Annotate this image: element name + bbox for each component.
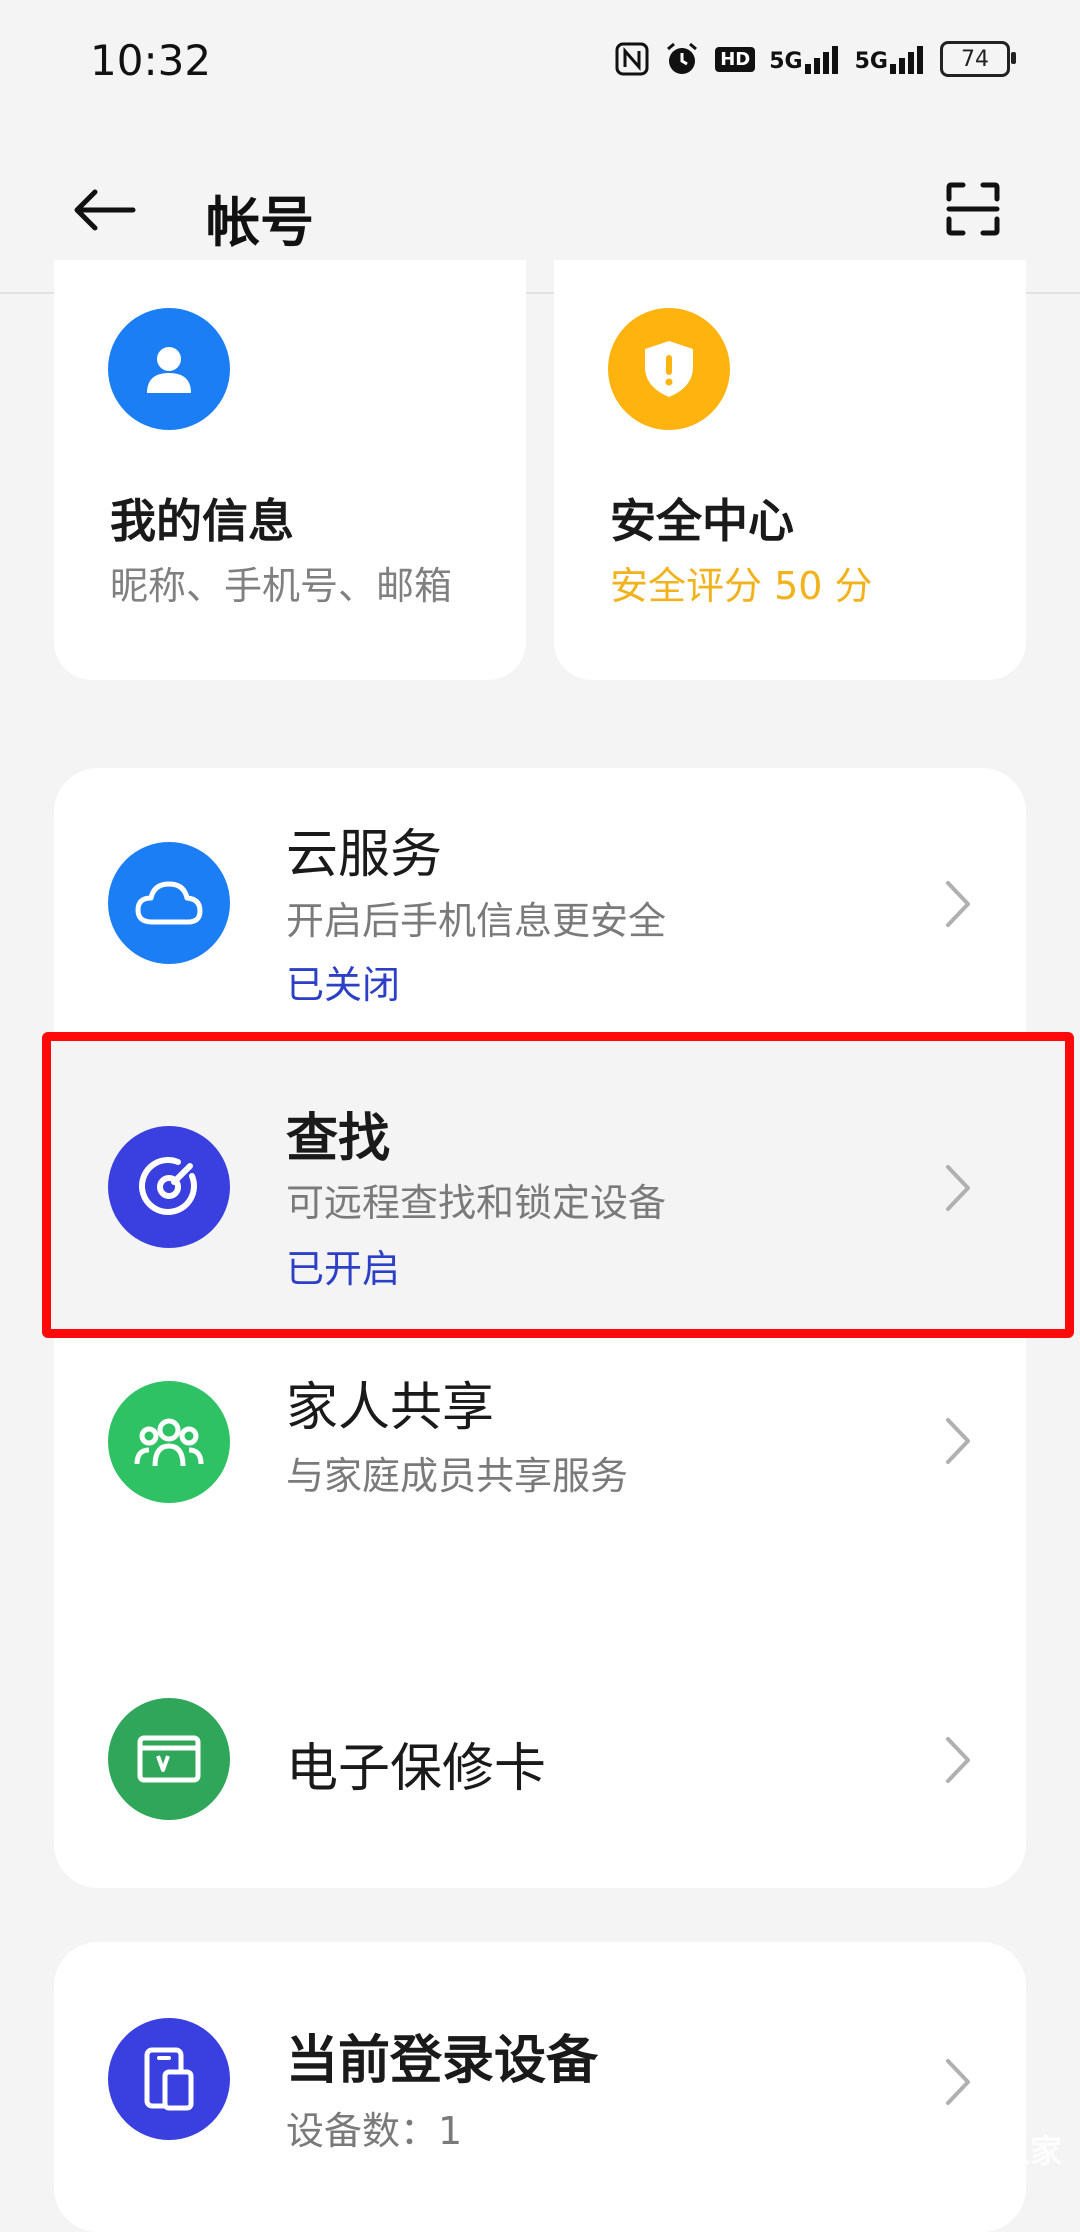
warranty-card-icon	[108, 1698, 230, 1820]
nfc-icon	[615, 42, 649, 76]
watermark: OPPO之家	[843, 2124, 1062, 2174]
watermark-text: OPPO之家	[896, 2132, 1062, 2170]
radar-icon	[108, 1126, 230, 1248]
logged-in-devices-row[interactable]: 当前登录设备 设备数：1	[54, 1942, 1026, 2232]
chevron-right-icon	[938, 2052, 978, 2112]
family-icon	[108, 1381, 230, 1503]
security-center-card[interactable]: 安全中心 安全评分 50 分	[554, 260, 1026, 680]
find-status: 已开启	[286, 1247, 401, 1291]
scan-icon	[946, 182, 1000, 236]
back-arrow-icon	[74, 189, 136, 231]
chevron-right-icon	[938, 1158, 978, 1218]
signal-5g-icon: 5G	[769, 44, 840, 74]
find-desc: 可远程查找和锁定设备	[286, 1181, 667, 1225]
shield-icon	[608, 308, 730, 430]
family-sharing-row[interactable]: 家人共享 与家庭成员共享服务	[54, 1345, 1026, 1545]
security-score: 安全评分 50 分	[610, 564, 873, 608]
find-title: 查找	[286, 1109, 391, 1169]
battery-level: 74	[961, 46, 989, 72]
page-title: 帐号	[206, 191, 314, 254]
cloud-service-row[interactable]: 云服务 开启后手机信息更安全 已关闭	[54, 780, 1026, 1020]
oppo-home-logo-icon	[844, 2125, 887, 2172]
logged-in-devices-count: 设备数：1	[286, 2109, 463, 2153]
cloud-icon	[108, 842, 230, 964]
cloud-service-title: 云服务	[286, 825, 443, 885]
back-button[interactable]	[70, 175, 140, 245]
net-label-1: 5G	[769, 49, 803, 74]
security-center-title: 安全中心	[610, 494, 794, 548]
chevron-right-icon	[938, 874, 978, 934]
status-icons: HD 5G 5G 74	[615, 40, 1016, 78]
find-row[interactable]: 查找 可远程查找和锁定设备 已开启	[54, 1062, 1026, 1314]
header	[0, 150, 1080, 270]
alarm-icon	[667, 42, 698, 74]
my-info-subtitle: 昵称、手机号、邮箱	[110, 564, 453, 608]
chevron-right-icon	[938, 1730, 978, 1790]
family-sharing-title: 家人共享	[286, 1378, 495, 1438]
family-sharing-desc: 与家庭成员共享服务	[286, 1454, 629, 1498]
chevron-right-icon	[938, 1411, 978, 1471]
scan-button[interactable]	[940, 176, 1006, 242]
cloud-service-desc: 开启后手机信息更安全	[286, 899, 667, 943]
net-label-2: 5G	[854, 49, 888, 74]
person-icon	[108, 308, 230, 430]
status-time: 10:32	[90, 36, 212, 85]
device-icon	[108, 2018, 230, 2140]
warranty-card-title: 电子保修卡	[286, 1739, 547, 1799]
warranty-card-row[interactable]: 电子保修卡	[54, 1630, 1026, 1888]
hd-icon: HD	[715, 46, 756, 72]
cloud-service-status: 已关闭	[286, 963, 401, 1007]
my-info-card[interactable]: 我的信息 昵称、手机号、邮箱	[54, 260, 526, 680]
battery-indicator: 74	[940, 41, 1016, 77]
signal-5g-icon: 5G	[855, 44, 926, 74]
my-info-title: 我的信息	[110, 494, 294, 548]
logged-in-devices-title: 当前登录设备	[286, 2031, 599, 2091]
